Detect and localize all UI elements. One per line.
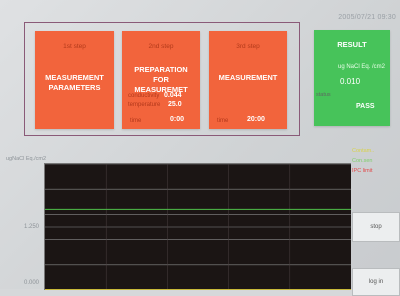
stop-button-label: stop — [370, 224, 382, 230]
datetime-display: 2005/07/21 09:30 — [338, 14, 396, 21]
step2-number: 2nd step — [148, 43, 174, 50]
legend-contamination: Contam.. — [352, 148, 374, 154]
result-status-badge: PASS — [356, 103, 375, 110]
step1-title: MEASUREMENT PARAMETERS — [39, 73, 110, 93]
y-axis-label: ugNaCl Eq./cm2 — [6, 156, 47, 162]
step2-time-value: 0:00 — [170, 116, 185, 123]
conductivity-value: 0.044 — [164, 92, 182, 99]
step3-time-label: time — [217, 118, 229, 124]
step2-time-label: time — [130, 118, 142, 124]
legend-contamination-label: Contam.. — [352, 148, 375, 154]
step3-number: 3rd step — [236, 43, 260, 50]
step1-card[interactable]: 1st step MEASUREMENT PARAMETERS — [35, 31, 114, 129]
legend-ipc-limit-label: IPC limit — [352, 168, 373, 174]
result-value: 0.010 — [340, 77, 361, 86]
result-panel: RESULT ug NaCl Eq. /cm2 0.010 PASS — [314, 30, 390, 126]
legend-ipc-limit: IPC limit — [352, 168, 372, 174]
step1-title-line2: PARAMETERS — [48, 83, 101, 92]
result-title: RESULT — [337, 40, 367, 49]
step3-title: MEASUREMENT — [218, 73, 278, 82]
step1-title-line1: MEASUREMENT — [45, 73, 104, 82]
step2-title-line1: PREPARATION FOR — [134, 65, 188, 84]
trend-chart-svg — [45, 164, 351, 290]
login-button-label: log in — [368, 279, 384, 285]
temperature-label: temperature — [128, 102, 161, 108]
y-tick-label: 1.250 — [24, 224, 40, 230]
step3-time-value: 20:00 — [247, 116, 265, 123]
legend-conductivity-sensor: Con.sen — [352, 158, 373, 164]
result-unit: ug NaCl Eq. /cm2 — [338, 64, 386, 70]
login-button[interactable]: log in — [352, 268, 400, 296]
step2-title: PREPARATION FOR MEASUREMET — [126, 65, 196, 95]
legend-conductivity-sensor-label: Con.sen — [352, 158, 373, 164]
steps-panel: 1st step MEASUREMENT PARAMETERS 2nd step… — [24, 22, 300, 136]
step1-number: 1st step — [63, 43, 86, 50]
hmi-screen: 2005/07/21 09:30 1st step MEASUREMENT PA… — [0, 0, 400, 296]
trend-chart — [44, 163, 351, 290]
temperature-value: 25.0 — [168, 101, 182, 108]
result-status-label: status — [316, 92, 331, 98]
y-tick-label: 0.000 — [24, 280, 40, 286]
step2-card[interactable]: 2nd step PREPARATION FOR MEASUREMET cond… — [122, 31, 200, 129]
conductivity-label: conductivity — [128, 93, 160, 99]
step3-card[interactable]: 3rd step MEASUREMENT time 20:00 — [209, 31, 287, 129]
stop-button[interactable]: stop — [352, 212, 400, 242]
